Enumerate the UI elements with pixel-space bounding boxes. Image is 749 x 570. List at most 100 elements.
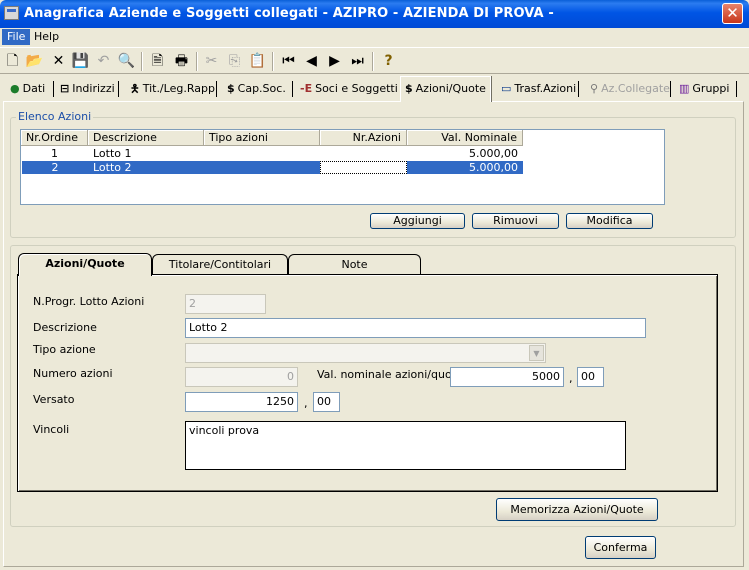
versato-int-field[interactable]: 1250	[185, 392, 298, 412]
dollar-icon: $	[227, 82, 235, 95]
cell-descrizione: Lotto 2	[93, 161, 132, 174]
tab-divider	[53, 81, 54, 97]
tab-detail-azioni-quote[interactable]: Azioni/Quote	[18, 253, 152, 276]
numero-azioni-label: Numero azioni	[33, 367, 113, 380]
versato-label: Versato	[33, 393, 75, 406]
app-icon	[4, 6, 19, 20]
cell-tipo-azioni	[204, 161, 320, 174]
cut-icon[interactable]: ✂	[201, 51, 222, 72]
undo-icon[interactable]: ↶	[93, 51, 114, 72]
tab-divider	[118, 81, 119, 97]
cell-nr-azioni-editor[interactable]	[320, 161, 407, 174]
menu-help[interactable]: Help	[29, 29, 64, 45]
linked-companies-icon: ⚲	[590, 82, 599, 95]
menu-file[interactable]: File	[2, 29, 31, 45]
tab-azioni-quote[interactable]: $ Azioni/Quote	[400, 76, 491, 102]
tab-strip: ● Dati ⊟ Indirizzi 🯅 Tit./Leg.Rapp $ Cap.Soc…	[0, 76, 749, 102]
col-header-descrizione[interactable]: Descrizione	[88, 130, 204, 146]
vincoli-label: Vincoli	[33, 423, 70, 436]
toolbar-separator	[196, 52, 198, 71]
elenco-azioni-legend: Elenco Azioni	[16, 110, 94, 123]
progr-label: N.Progr. Lotto Azioni	[33, 295, 145, 308]
tab-trasf-azioni[interactable]: ▭ Trasf.Azioni	[501, 78, 576, 100]
help-icon[interactable]: ?	[378, 51, 399, 72]
vincoli-textarea[interactable]: vincoli prova	[185, 421, 626, 470]
cell-nr-azioni	[320, 147, 407, 161]
delete-icon[interactable]: ✕	[48, 51, 69, 72]
modifica-button[interactable]: Modifica	[566, 213, 653, 229]
title-bar[interactable]: Anagrafica Aziende e Soggetti collegati …	[0, 0, 749, 28]
tab-cap-soc[interactable]: $ Cap.Soc.	[227, 78, 286, 100]
descrizione-label: Descrizione	[33, 321, 97, 334]
val-nominale-dec-field[interactable]: 00	[577, 367, 604, 387]
tipo-azione-label: Tipo azione	[33, 343, 96, 356]
table-row[interactable]: 1 Lotto 1 5.000,00	[21, 147, 523, 161]
val-nominale-label: Val. nominale azioni/quote	[317, 368, 463, 381]
table-row-selected[interactable]: 2 Lotto 2 5.000,00	[22, 161, 523, 174]
tab-divider	[578, 81, 579, 97]
versato-dec-field[interactable]: 00	[313, 392, 340, 412]
open-folder-icon[interactable]: 📂	[24, 51, 45, 72]
azioni-grid[interactable]: Nr.Ordine Descrizione Tipo azioni Nr.Azi…	[20, 129, 665, 205]
memorizza-button[interactable]: Memorizza Azioni/Quote	[496, 498, 658, 521]
save-icon[interactable]: 💾	[70, 51, 91, 72]
tab-divider	[216, 81, 217, 97]
monitor-icon: ▭	[501, 82, 512, 95]
first-record-icon[interactable]: ⏮	[278, 51, 299, 72]
decimal-separator: ,	[569, 372, 573, 385]
aggiungi-button[interactable]: Aggiungi	[370, 213, 465, 229]
tab-divider	[292, 81, 293, 97]
tab-dati[interactable]: ● Dati	[10, 78, 45, 100]
val-nominale-int-field[interactable]: 5000	[450, 367, 564, 387]
cell-descrizione: Lotto 1	[93, 147, 132, 160]
last-record-icon[interactable]: ⏭	[347, 51, 368, 72]
progr-field[interactable]: 2	[185, 294, 266, 314]
tab-az-collegate[interactable]: ⚲ Az.Collegate	[590, 78, 670, 100]
cell-val-nominale: 5.000,00	[469, 161, 518, 174]
toolbar-separator	[272, 52, 274, 71]
person-icon: 🯅	[130, 82, 140, 95]
binoculars-icon[interactable]: 🔍	[116, 51, 137, 72]
col-header-val-nominale[interactable]: Val. Nominale	[407, 130, 523, 146]
tab-indirizzi[interactable]: ⊟ Indirizzi	[60, 78, 115, 100]
tab-titolari[interactable]: 🯅 Tit./Leg.Rapp	[130, 78, 215, 100]
menu-bar: File Help	[0, 28, 749, 46]
descrizione-field[interactable]: Lotto 2	[185, 318, 646, 338]
conferma-button[interactable]: Conferma	[585, 536, 656, 559]
decimal-separator: ,	[304, 397, 308, 410]
cell-val-nominale: 5.000,00	[469, 147, 518, 160]
col-header-tipo-azioni[interactable]: Tipo azioni	[204, 130, 320, 146]
tipo-azione-select[interactable]: ▼	[185, 343, 546, 363]
rimuovi-button[interactable]: Rimuovi	[472, 213, 559, 229]
toolbar-separator	[141, 52, 143, 71]
tab-detail-note[interactable]: Note	[288, 254, 421, 275]
col-header-nr-azioni[interactable]: Nr.Azioni	[320, 130, 407, 146]
tab-gruppi[interactable]: ▥ Gruppi	[679, 78, 729, 100]
copy-icon[interactable]: ⎘	[224, 51, 245, 72]
globe-icon: ●	[10, 82, 20, 95]
close-button[interactable]: ✕	[722, 3, 743, 24]
print-preview-icon[interactable]: 🗎	[147, 51, 168, 72]
toolbar: 🗋 📂 ✕ 💾 ↶ 🔍 🗎 🖶 ✂ ⎘ 📋 ⏮ ◀ ▶ ⏭ ?	[0, 47, 749, 74]
cell-nr-ordine: 2	[51, 161, 59, 174]
toolbar-separator	[372, 52, 374, 71]
col-header-nr-ordine[interactable]: Nr.Ordine	[21, 130, 88, 146]
previous-record-icon[interactable]: ◀	[301, 51, 322, 72]
books-icon: ▥	[679, 82, 690, 95]
printer-icon[interactable]: 🖶	[171, 51, 192, 72]
cell-tipo-azioni	[204, 147, 320, 161]
numero-azioni-field[interactable]: 0	[185, 367, 298, 387]
paste-icon[interactable]: 📋	[247, 51, 268, 72]
chevron-down-icon[interactable]: ▼	[529, 345, 544, 361]
tab-detail-titolare[interactable]: Titolare/Contitolari	[152, 254, 288, 275]
link-icon: -E	[300, 82, 313, 95]
dollar-icon: $	[405, 82, 413, 95]
cell-nr-ordine: 1	[51, 147, 58, 160]
new-icon[interactable]: 🗋	[2, 51, 23, 72]
tab-divider	[670, 81, 671, 97]
address-icon: ⊟	[60, 82, 70, 95]
tab-divider	[736, 81, 737, 97]
window-title: Anagrafica Aziende e Soggetti collegati …	[24, 6, 554, 21]
tab-soci[interactable]: -E Soci e Soggetti	[300, 78, 398, 100]
next-record-icon[interactable]: ▶	[324, 51, 345, 72]
